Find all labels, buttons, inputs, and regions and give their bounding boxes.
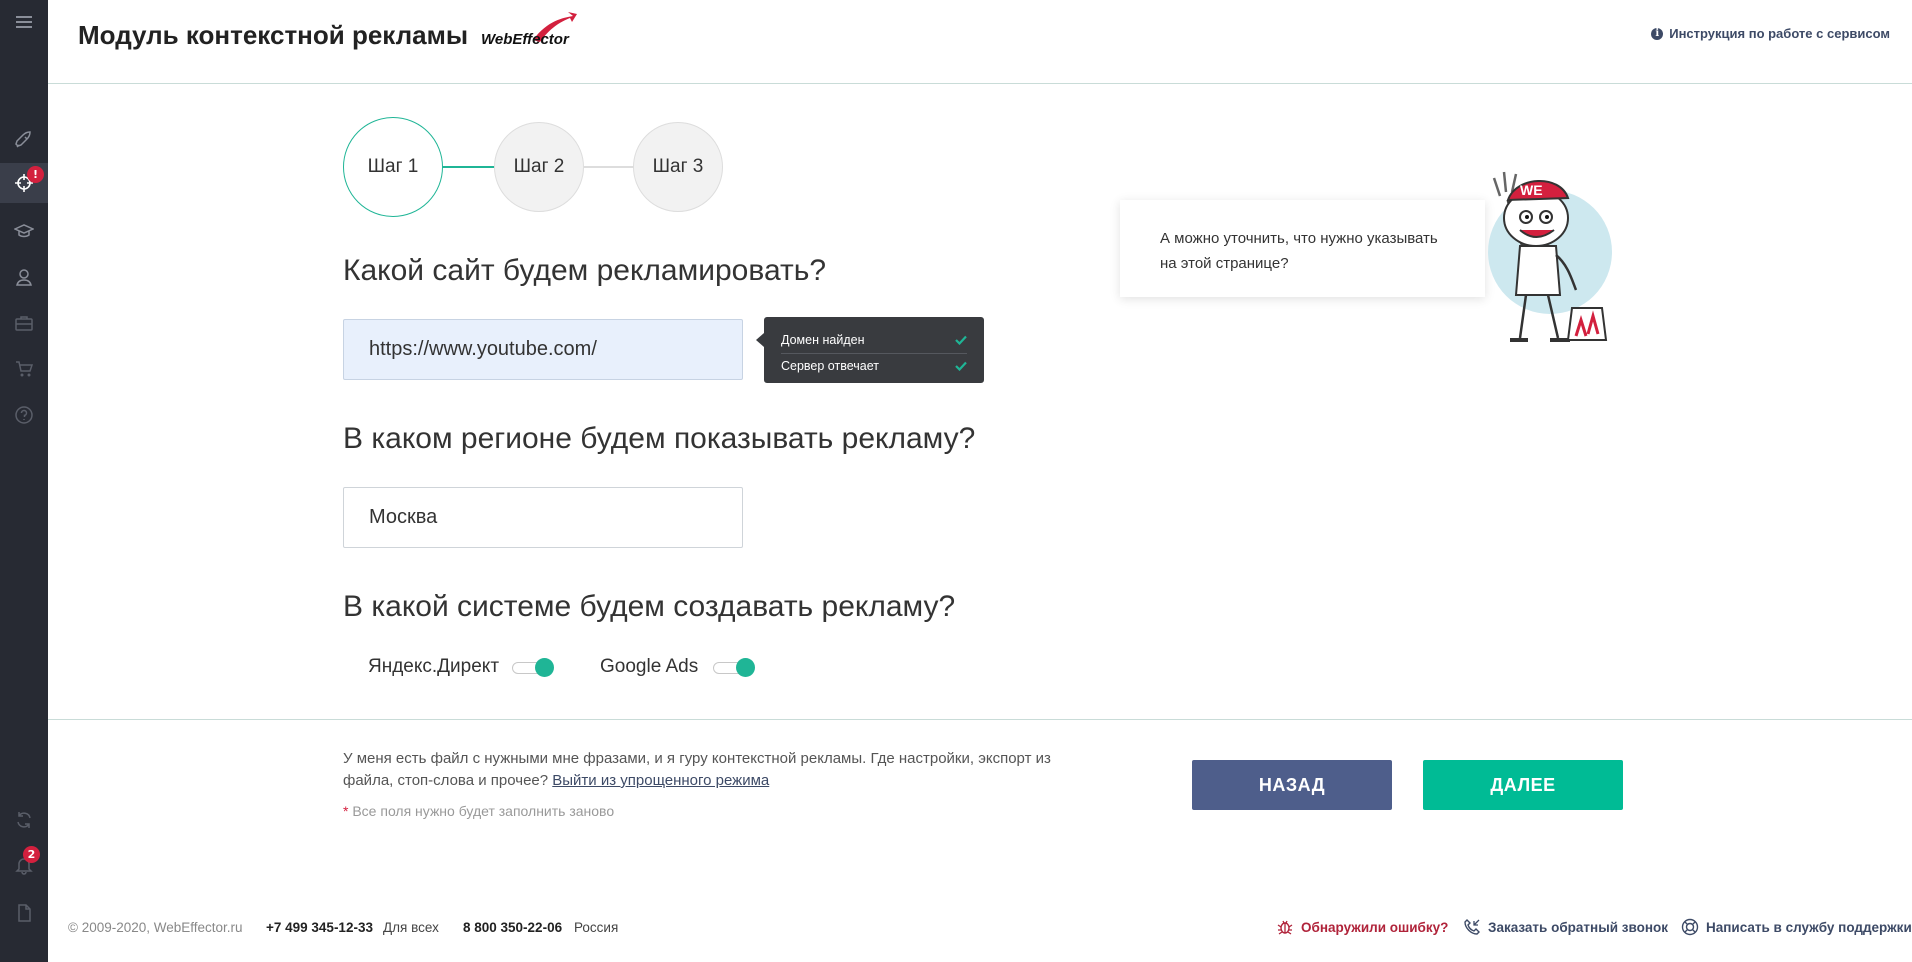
back-button[interactable]: НАЗАД <box>1192 760 1392 810</box>
google-ads-toggle[interactable] <box>713 658 755 677</box>
target-icon[interactable]: ! <box>0 163 48 203</box>
server-responds-label: Сервер отвечает <box>781 358 879 373</box>
yandex-direct-toggle[interactable] <box>512 658 554 677</box>
report-bug-label: Обнаружили ошибку? <box>1301 919 1449 935</box>
phone-all[interactable]: +7 499 345-12-33 <box>266 920 373 935</box>
domain-found-label: Домен найден <box>781 333 865 347</box>
instructions-link[interactable]: i Инструкция по работе с сервисом <box>1651 26 1890 41</box>
validation-tooltip: Домен найден Сервер отвечает <box>756 317 984 383</box>
logo-wordmark: WebEffector <box>481 31 570 48</box>
assistant-speech-bubble: А можно уточнить, что нужно указывать на… <box>1120 200 1485 297</box>
callback-label: Заказать обратный звонок <box>1488 919 1669 935</box>
help-icon[interactable] <box>0 395 48 435</box>
site-url-input[interactable]: https://www.youtube.com/ <box>343 319 743 380</box>
support-label: Написать в службу поддержки <box>1706 919 1912 935</box>
sidebar: ! 2 <box>0 0 48 962</box>
callback-link[interactable]: Заказать обратный звонок <box>1463 918 1668 936</box>
phone-russia[interactable]: 8 800 350-22-06 <box>463 920 562 935</box>
speech-line-2: на этой странице? <box>1160 255 1289 272</box>
step-2[interactable]: Шаг 2 <box>494 122 584 212</box>
alert-badge: ! <box>27 166 44 183</box>
section-divider <box>48 719 1912 720</box>
google-ads-label: Google Ads <box>600 656 699 677</box>
rocket-icon[interactable] <box>0 120 48 160</box>
check-icon <box>955 335 967 345</box>
site-question: Какой сайт будем рекламировать? <box>343 254 827 287</box>
mascot-illustration: WE <box>1488 171 1612 342</box>
support-link[interactable]: Написать в службу поддержки <box>1681 918 1912 936</box>
domain-found-row: Домен найден <box>781 328 967 352</box>
next-button[interactable]: ДАЛЕЕ <box>1423 760 1623 810</box>
system-question: В какой системе будем создавать рекламу? <box>343 590 956 623</box>
webeffector-logo[interactable]: WebEffector <box>478 10 578 60</box>
server-responds-row: Сервер отвечает <box>781 353 967 377</box>
step-3[interactable]: Шаг 3 <box>633 122 723 212</box>
briefcase-icon[interactable] <box>0 303 48 343</box>
user-icon[interactable] <box>0 257 48 297</box>
document-icon[interactable] <box>0 893 48 933</box>
mascot-cap-text: WE <box>1520 182 1543 198</box>
yandex-direct-label: Яндекс.Директ <box>368 656 500 677</box>
region-input[interactable]: Москва <box>343 487 743 548</box>
copyright: © 2009-2020, WebEffector.ru <box>68 919 243 935</box>
report-bug-link[interactable]: Обнаружили ошибку? <box>1276 918 1448 936</box>
bell-icon[interactable]: 2 <box>0 845 48 885</box>
instructions-link-label: Инструкция по работе с сервисом <box>1669 26 1890 41</box>
phone-all-label: Для всех <box>383 919 439 935</box>
graduation-cap-icon[interactable] <box>0 211 48 251</box>
header: Модуль контекстной рекламы WebEffector i… <box>48 0 1912 84</box>
required-note: * Все поля нужно будет заполнить заново <box>343 803 614 819</box>
lifebuoy-icon <box>1681 918 1699 936</box>
phone-russia-label: Россия <box>574 919 619 935</box>
speech-line-1: А можно уточнить, что нужно указывать <box>1160 230 1438 247</box>
notifications-badge: 2 <box>23 846 40 863</box>
exit-simple-mode-link[interactable]: Выйти из упрощенного режима <box>552 772 769 789</box>
required-note-text: Все поля нужно будет заполнить заново <box>352 803 615 819</box>
footer: © 2009-2020, WebEffector.ru +7 499 345-1… <box>48 915 1912 939</box>
page-title: Модуль контекстной рекламы <box>78 20 469 50</box>
menu-icon[interactable] <box>0 2 48 42</box>
info-icon: i <box>1651 27 1664 40</box>
cart-icon[interactable] <box>0 349 48 389</box>
step-1[interactable]: Шаг 1 <box>343 117 443 217</box>
check-icon <box>955 361 967 371</box>
phone-icon <box>1464 919 1480 935</box>
required-star: * <box>343 803 349 819</box>
bug-icon <box>1277 920 1293 935</box>
advanced-mode-note: У меня есть файл с нужными мне фразами, … <box>343 748 1063 792</box>
step-connector <box>584 166 634 168</box>
refresh-icon[interactable] <box>0 800 48 840</box>
region-question: В каком регионе будем показывать рекламу… <box>343 422 976 455</box>
step-connector <box>441 166 496 168</box>
